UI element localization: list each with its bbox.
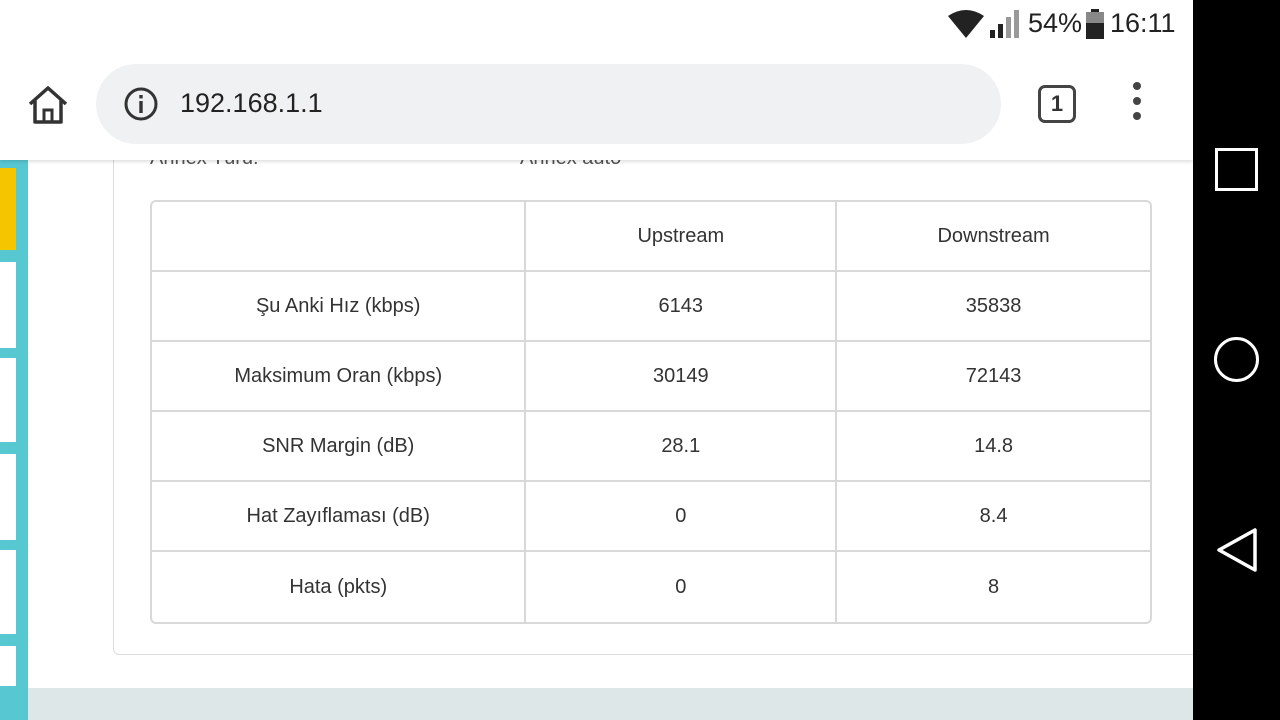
row-label: Şu Anki Hız (kbps) xyxy=(152,272,527,342)
info-icon[interactable] xyxy=(123,86,159,122)
clock: 16:11 xyxy=(1110,8,1176,38)
rail-active-item[interactable] xyxy=(0,168,16,250)
rail-item[interactable] xyxy=(0,550,16,634)
rail-item[interactable] xyxy=(0,646,16,686)
upstream-value: 6143 xyxy=(526,272,838,342)
rail-item[interactable] xyxy=(0,262,16,348)
cell-signal-icon xyxy=(990,10,1019,38)
upstream-value: 28.1 xyxy=(526,412,838,482)
home-icon[interactable] xyxy=(26,84,70,126)
downstream-value: 14.8 xyxy=(837,412,1150,482)
status-bar: 54% 16:11 xyxy=(0,0,1193,50)
downstream-value: 8 xyxy=(988,575,1000,598)
recents-icon[interactable] xyxy=(1215,148,1258,191)
android-nav-bar xyxy=(1193,0,1280,720)
tabs-icon[interactable]: 1 xyxy=(1038,85,1076,123)
upstream-value: 0 xyxy=(526,482,838,552)
left-sidebar-rail xyxy=(0,160,28,720)
row-label: SNR Margin (dB) xyxy=(152,412,527,482)
home-circle-icon[interactable] xyxy=(1214,337,1259,382)
dsl-stats-table: Upstream Downstream Şu Anki Hız (kbps) 6… xyxy=(150,200,1152,624)
table-row: SNR Margin (dB) 28.1 14.8 xyxy=(152,412,1150,482)
page-footer-band xyxy=(28,688,1193,720)
url-text[interactable]: 192.168.1.1 xyxy=(180,88,323,119)
upstream-value: 0 xyxy=(526,552,838,622)
annex-type-label: Annex Türü: xyxy=(150,160,259,170)
phone-screen: 54% 16:11 192.168.1.1 1 Upstream Downstr… xyxy=(0,0,1280,720)
web-content: Annex Türü: Annex auto Upstream Downstre… xyxy=(0,160,1193,720)
battery-percent: 54% xyxy=(1028,8,1083,38)
row-label: Hat Zayıflaması (dB) xyxy=(152,482,527,552)
address-bar[interactable]: 192.168.1.1 xyxy=(96,64,1001,144)
annex-type-value: Annex auto xyxy=(520,160,621,170)
row-label: Hata (pkts) xyxy=(152,552,527,622)
downstream-value: 35838 xyxy=(837,272,1150,342)
browser-toolbar: 192.168.1.1 1 xyxy=(0,50,1193,160)
overflow-menu-icon[interactable] xyxy=(1124,82,1150,126)
header-downstream: Downstream xyxy=(837,202,1150,272)
wifi-icon xyxy=(948,10,984,38)
header-upstream: Upstream xyxy=(526,202,838,272)
downstream-value: 8.4 xyxy=(837,482,1150,552)
table-header-row: Upstream Downstream xyxy=(152,202,1150,272)
rail-item[interactable] xyxy=(0,454,16,540)
back-icon[interactable] xyxy=(1215,527,1259,573)
table-row: Hat Zayıflaması (dB) 0 8.4 xyxy=(152,482,1150,552)
battery-icon xyxy=(1086,9,1104,39)
table-row: Şu Anki Hız (kbps) 6143 35838 xyxy=(152,272,1150,342)
table-row: Maksimum Oran (kbps) 30149 72143 xyxy=(152,342,1150,412)
table-row: Hata (pkts) 0 8 xyxy=(152,552,1150,622)
header-empty xyxy=(152,202,527,272)
upstream-value: 30149 xyxy=(526,342,838,412)
rail-item[interactable] xyxy=(0,358,16,442)
downstream-value: 72143 xyxy=(837,342,1150,412)
row-label: Maksimum Oran (kbps) xyxy=(152,342,527,412)
